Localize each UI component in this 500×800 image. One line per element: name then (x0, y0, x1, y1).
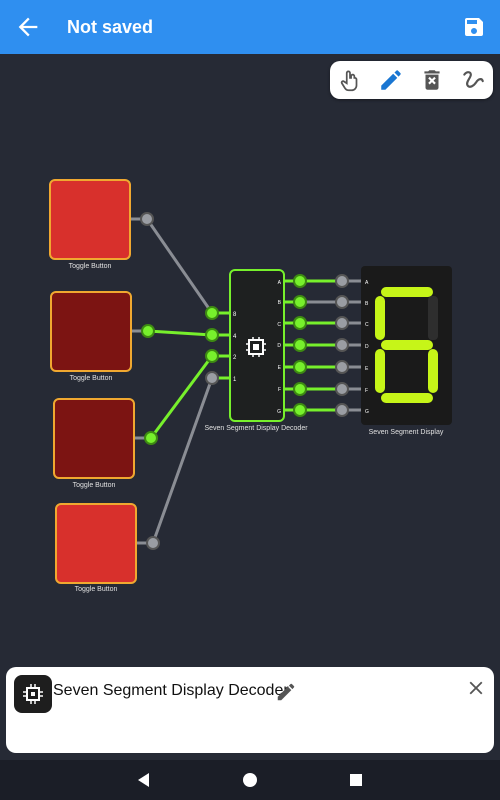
decoder-input-pin-2[interactable] (205, 349, 219, 363)
app-bar: Not saved (0, 0, 500, 54)
square-recents-icon[interactable] (346, 770, 366, 790)
decoder-input-pin-1[interactable] (205, 371, 219, 385)
decoder-output-label-f: F (278, 387, 281, 393)
component-title: Seven Segment Display Decoder (53, 682, 289, 699)
display-input-label-c: C (365, 322, 369, 328)
decoder-input-pin-8[interactable] (205, 306, 219, 320)
toggle1-output-pin[interactable] (140, 212, 154, 226)
toggle-label-3: Toggle Button (73, 482, 116, 489)
hand-pointer-icon[interactable] (337, 67, 363, 93)
segment-c (428, 349, 438, 393)
triangle-back-icon[interactable] (134, 770, 154, 790)
display-label: Seven Segment Display (369, 429, 444, 436)
wire-toggle4-to-1 (151, 377, 214, 544)
pencil-icon[interactable] (378, 67, 404, 93)
wire-toggle2-to-4 (147, 329, 213, 337)
close-icon[interactable] (465, 677, 487, 699)
system-nav-bar (0, 760, 500, 800)
decoder-output-pin-b[interactable] (293, 295, 307, 309)
decoder-label: Seven Segment Display Decoder (204, 425, 308, 432)
wire-toggle3-to-2 (149, 355, 214, 439)
display-input-pin-b[interactable] (335, 295, 349, 309)
toggle-button-4[interactable] (55, 503, 137, 584)
toggle-button-2[interactable] (50, 291, 132, 372)
display-input-pin-c[interactable] (335, 316, 349, 330)
toggle-label-2: Toggle Button (70, 375, 113, 382)
segment-d (381, 393, 433, 403)
segment-a (381, 287, 433, 297)
floppy-disk-icon[interactable] (462, 15, 486, 39)
display-input-pin-g[interactable] (335, 403, 349, 417)
decoder-output-pin-a[interactable] (293, 274, 307, 288)
decoder-output-pin-f[interactable] (293, 382, 307, 396)
circuit-diagram: Toggle Button Toggle Button Toggle Butto… (49, 179, 452, 593)
display-input-label-g: G (365, 409, 369, 415)
decoder-output-pin-c[interactable] (293, 316, 307, 330)
toggle-button-1[interactable] (49, 179, 131, 260)
toggle4-output-pin[interactable] (146, 536, 160, 550)
display-input-pin-f[interactable] (335, 382, 349, 396)
circle-home-icon[interactable] (240, 770, 260, 790)
decoder-output-pin-g[interactable] (293, 403, 307, 417)
decoder-output-label-d: D (277, 343, 281, 349)
circuit-canvas[interactable]: Toggle Button Toggle Button Toggle Butto… (0, 54, 500, 760)
arrow-left-icon[interactable] (14, 13, 42, 41)
decoder-output-pin-e[interactable] (293, 360, 307, 374)
decoder-output-pin-d[interactable] (293, 338, 307, 352)
toggle-button-3[interactable] (53, 398, 135, 479)
page-title: Not saved (67, 17, 154, 37)
display-input-label-d: D (365, 344, 369, 350)
toggle2-output-pin[interactable] (141, 324, 155, 338)
wire-toggle1-to-8 (145, 218, 214, 314)
chip-icon (14, 675, 52, 713)
display-input-pin-a[interactable] (335, 274, 349, 288)
decoder-output-label-g: G (277, 409, 281, 415)
segment-g (381, 340, 433, 350)
display-input-label-f: F (365, 388, 368, 394)
pencil-icon[interactable] (275, 681, 297, 703)
segment-e (375, 349, 385, 393)
toggle-label-4: Toggle Button (75, 586, 118, 593)
decoder-input-pin-4[interactable] (205, 328, 219, 342)
toggle-label-1: Toggle Button (69, 263, 112, 270)
chip-icon (246, 337, 266, 357)
wire-icon[interactable] (460, 67, 486, 93)
decoder-output-label-c: C (277, 322, 281, 328)
delete-icon[interactable] (419, 67, 445, 93)
segment-f (375, 296, 385, 340)
toggle3-output-pin[interactable] (144, 431, 158, 445)
display-input-pin-e[interactable] (335, 360, 349, 374)
display-input-pin-d[interactable] (335, 338, 349, 352)
segment-b (428, 296, 438, 340)
component-info-card: Seven Segment Display Decoder (6, 667, 494, 753)
tool-palette (330, 61, 493, 99)
